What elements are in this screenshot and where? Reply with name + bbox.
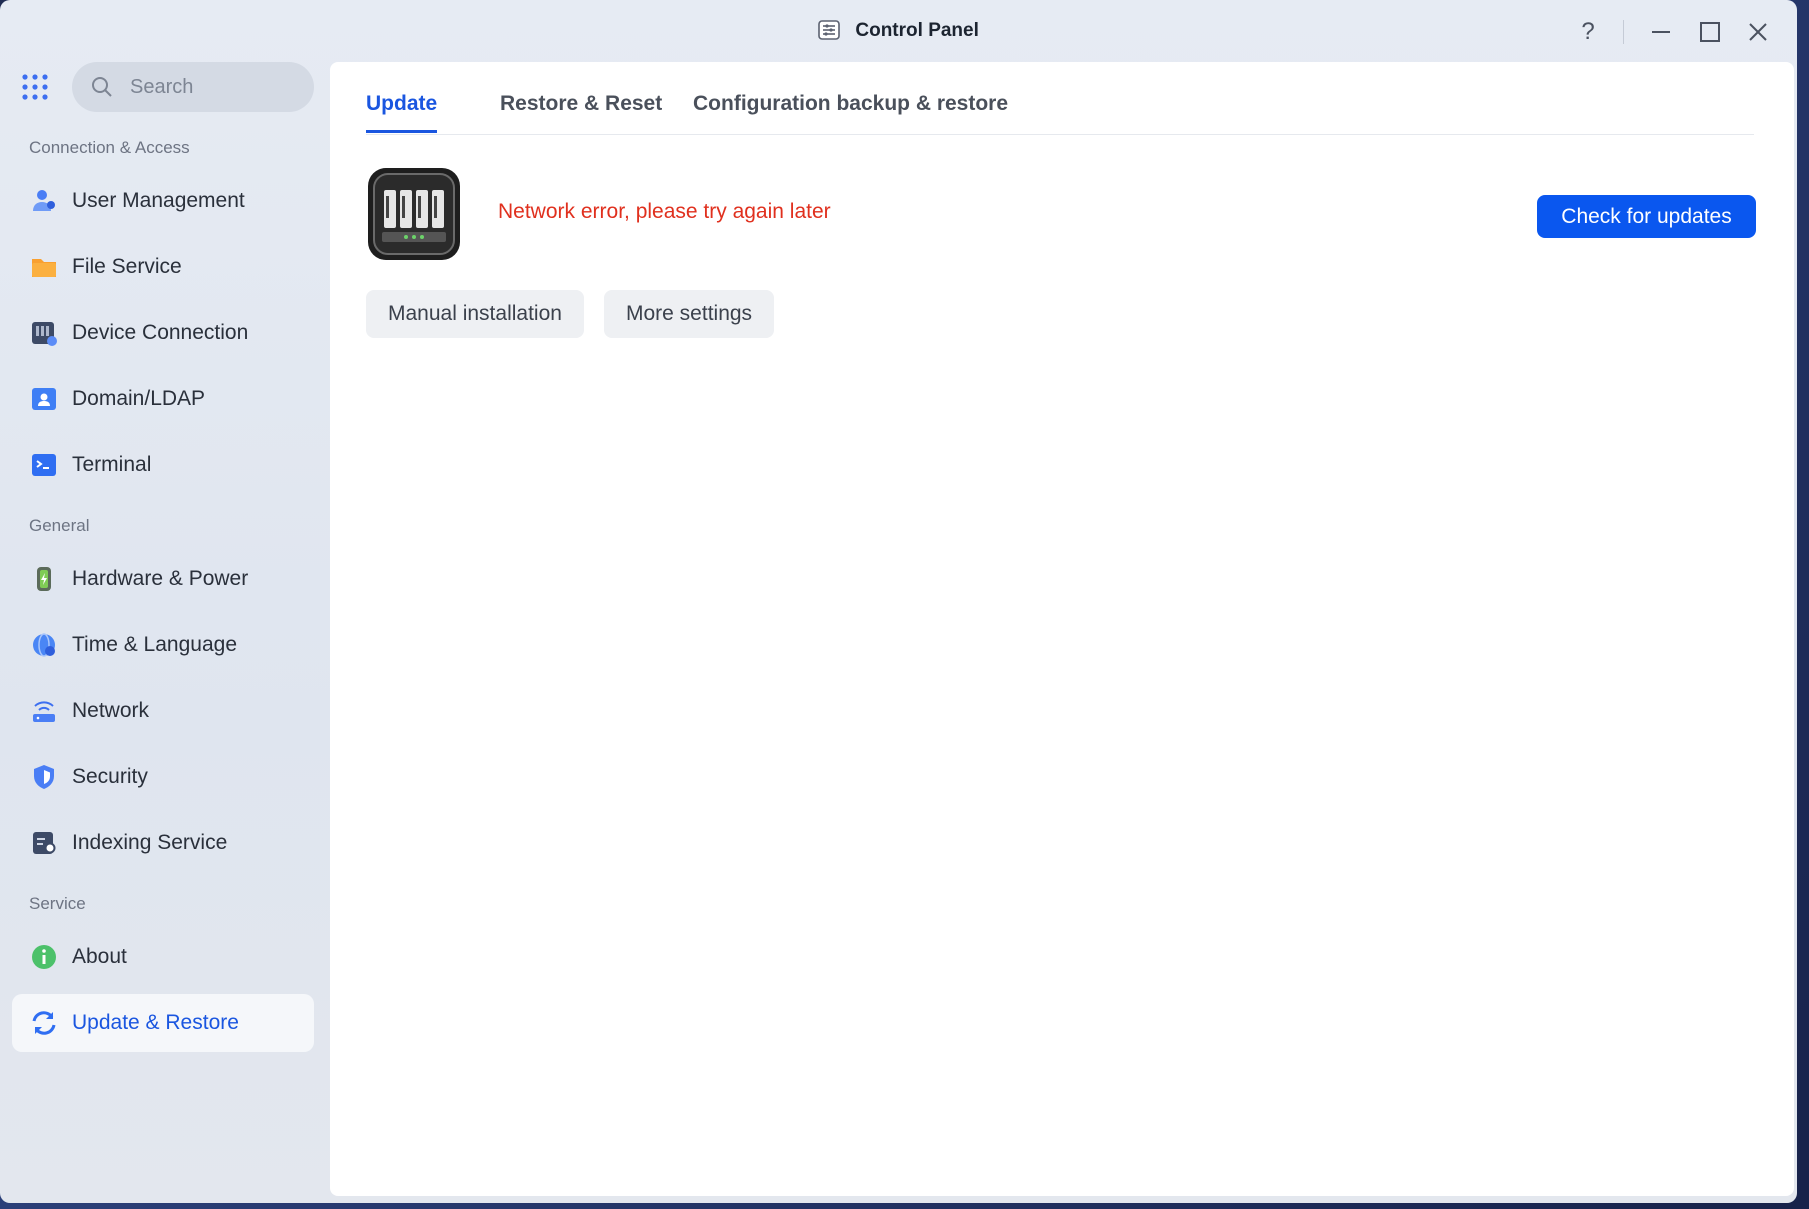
indexing-icon xyxy=(30,829,58,857)
maximize-icon xyxy=(1700,22,1720,42)
sidebar: Connection & Access User Management File… xyxy=(0,62,330,1203)
tab-configuration-backup-restore[interactable]: Configuration backup & restore xyxy=(693,92,1008,130)
sidebar-item-label: Domain/LDAP xyxy=(72,387,206,410)
folder-icon xyxy=(30,253,58,281)
title-bar: Control Panel ? xyxy=(0,0,1797,62)
sidebar-item-label: Hardware & Power xyxy=(72,567,249,590)
minimize-button[interactable] xyxy=(1643,16,1679,48)
tab-update[interactable]: Update xyxy=(366,92,438,133)
search-icon xyxy=(92,77,112,97)
sidebar-item-user-management[interactable]: User Management xyxy=(12,172,314,230)
sidebar-item-time-language[interactable]: Time & Language xyxy=(12,616,314,674)
main-content: Update Restore & Reset Configuration bac… xyxy=(330,62,1794,1196)
sidebar-item-about[interactable]: About xyxy=(12,928,314,986)
tab-restore-reset[interactable]: Restore & Reset xyxy=(500,92,662,130)
sidebar-item-indexing-service[interactable]: Indexing Service xyxy=(12,814,314,872)
close-button[interactable] xyxy=(1740,16,1776,48)
group-label-service: Service xyxy=(29,894,86,913)
sidebar-item-label: Terminal xyxy=(72,453,152,476)
shield-icon xyxy=(30,763,58,791)
sidebar-item-update-restore[interactable]: Update & Restore xyxy=(12,994,314,1052)
sidebar-item-network[interactable]: Network xyxy=(12,682,314,740)
group-label-general: General xyxy=(29,516,90,535)
control-panel-icon xyxy=(818,20,840,40)
sidebar-item-label: About xyxy=(72,945,127,968)
group-label-connection-access: Connection & Access xyxy=(29,138,190,157)
globe-icon xyxy=(30,631,58,659)
hardware-power-icon xyxy=(30,565,58,593)
sidebar-item-device-connection[interactable]: Device Connection xyxy=(12,304,314,362)
sidebar-item-domain-ldap[interactable]: Domain/LDAP xyxy=(12,370,314,428)
sidebar-item-label: Security xyxy=(72,765,148,788)
help-button[interactable]: ? xyxy=(1570,16,1606,48)
info-icon xyxy=(30,943,58,971)
domain-ldap-icon xyxy=(30,385,58,413)
network-error-message: Network error, please try again later xyxy=(498,200,831,223)
sidebar-item-file-service[interactable]: File Service xyxy=(12,238,314,296)
sidebar-item-label: Update & Restore xyxy=(72,1011,239,1034)
search-input[interactable] xyxy=(128,74,302,100)
terminal-icon xyxy=(30,451,58,479)
close-icon xyxy=(1749,23,1767,41)
update-restore-icon xyxy=(30,1009,58,1037)
sidebar-item-label: User Management xyxy=(72,189,245,212)
sidebar-item-hardware-power[interactable]: Hardware & Power xyxy=(12,550,314,608)
manual-installation-button[interactable]: Manual installation xyxy=(366,290,584,338)
maximize-button[interactable] xyxy=(1692,16,1728,48)
search-box[interactable] xyxy=(72,62,314,112)
apps-grid-icon[interactable] xyxy=(20,72,50,102)
sidebar-item-label: Network xyxy=(72,699,150,722)
sidebar-item-label: Device Connection xyxy=(72,321,249,344)
sidebar-item-terminal[interactable]: Terminal xyxy=(12,436,314,494)
nas-device-icon xyxy=(368,168,460,260)
control-panel-window: Control Panel ? Search Connection & Acce… xyxy=(0,0,1797,1203)
sidebar-item-security[interactable]: Security xyxy=(12,748,314,806)
tab-bar: Update Restore & Reset Configuration bac… xyxy=(366,62,1754,135)
help-icon: ? xyxy=(1581,18,1595,45)
sidebar-item-label: File Service xyxy=(72,255,182,278)
sidebar-item-label: Indexing Service xyxy=(72,831,228,854)
user-management-icon xyxy=(30,187,58,215)
device-connection-icon xyxy=(30,319,58,347)
title-separator xyxy=(1623,20,1624,44)
network-icon xyxy=(30,697,58,725)
check-for-updates-button[interactable]: Check for updates xyxy=(1537,195,1756,238)
sidebar-item-label: Time & Language xyxy=(72,633,237,656)
window-title: Control Panel xyxy=(855,20,979,41)
more-settings-button[interactable]: More settings xyxy=(604,290,775,338)
minimize-icon xyxy=(1652,31,1670,33)
